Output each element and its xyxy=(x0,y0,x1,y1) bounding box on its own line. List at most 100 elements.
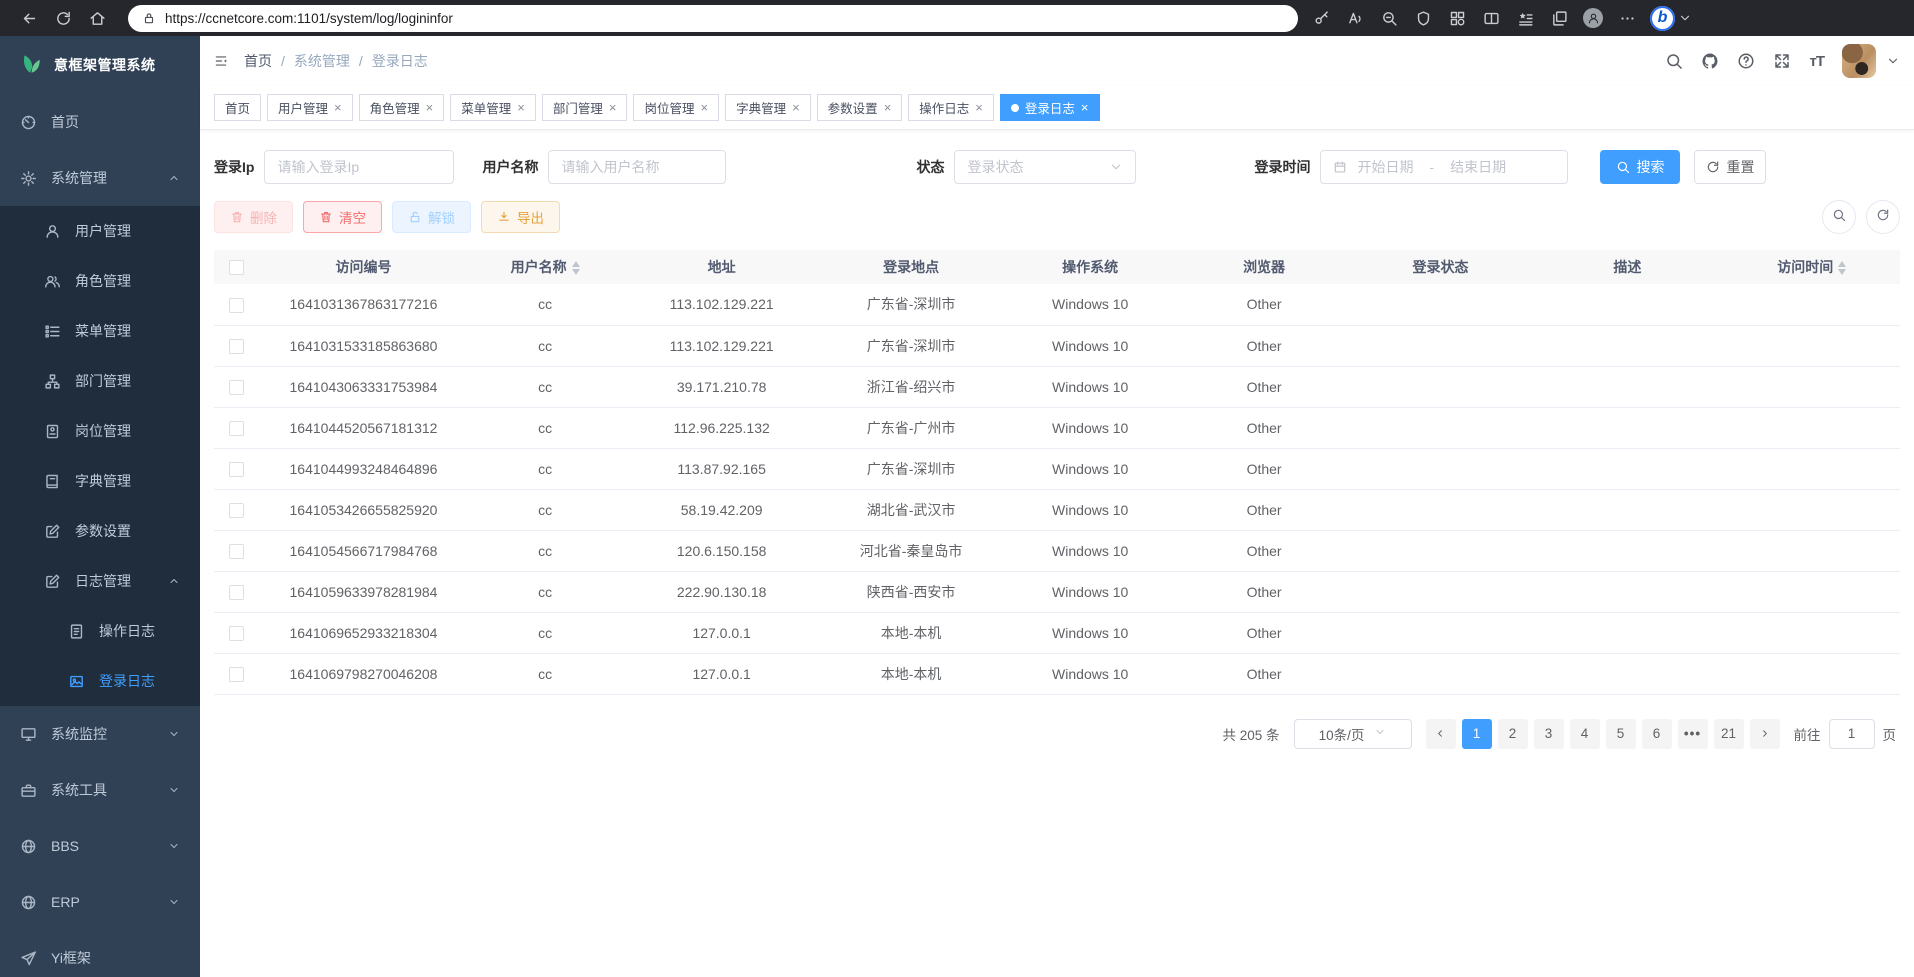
prev-page-button[interactable] xyxy=(1426,719,1456,749)
column-header-用户名称[interactable]: 用户名称 xyxy=(467,250,623,284)
close-icon[interactable]: × xyxy=(1081,101,1089,114)
sidebar-item-op-log[interactable]: 操作日志 xyxy=(0,606,200,656)
export-button[interactable]: 导出 xyxy=(481,201,560,233)
menu-fold-icon[interactable] xyxy=(214,54,228,68)
zoom-out-icon[interactable] xyxy=(1372,4,1406,32)
read-aloud-icon[interactable] xyxy=(1338,4,1372,32)
search-icon[interactable] xyxy=(1665,52,1683,70)
tab-操作日志[interactable]: 操作日志× xyxy=(908,94,994,121)
row-checkbox[interactable] xyxy=(229,380,244,395)
next-page-button[interactable] xyxy=(1750,719,1780,749)
hide-search-button[interactable] xyxy=(1822,200,1856,234)
tab-登录日志[interactable]: 登录日志× xyxy=(1000,94,1100,121)
page-button-2[interactable]: 2 xyxy=(1498,719,1528,749)
fullscreen-icon[interactable] xyxy=(1773,52,1791,70)
split-screen-icon[interactable] xyxy=(1474,4,1508,32)
close-icon[interactable]: × xyxy=(517,101,525,114)
page-button-5[interactable]: 5 xyxy=(1606,719,1636,749)
ip-input[interactable]: 请输入登录Ip xyxy=(264,150,454,184)
close-icon[interactable]: × xyxy=(884,101,892,114)
row-checkbox[interactable] xyxy=(229,544,244,559)
date-range-picker[interactable]: 开始日期 - 结束日期 xyxy=(1320,150,1568,184)
sidebar-item-param-settings[interactable]: 参数设置 xyxy=(0,506,200,556)
sidebar-item-user-mgmt[interactable]: 用户管理 xyxy=(0,206,200,256)
clear-button[interactable]: 清空 xyxy=(303,201,382,233)
sidebar-item-erp[interactable]: ERP xyxy=(0,874,200,930)
close-icon[interactable]: × xyxy=(426,101,434,114)
row-checkbox[interactable] xyxy=(229,339,244,354)
username-input[interactable]: 请输入用户名称 xyxy=(548,150,726,184)
sidebar-item-dept-mgmt[interactable]: 部门管理 xyxy=(0,356,200,406)
sort-caret-icon[interactable] xyxy=(572,261,580,275)
page-size-select[interactable]: 10条/页 xyxy=(1294,719,1412,749)
row-checkbox[interactable] xyxy=(229,298,244,313)
tab-首页[interactable]: 首页 xyxy=(214,94,261,121)
sidebar-item-post-mgmt[interactable]: 岗位管理 xyxy=(0,406,200,456)
column-header-访问时间[interactable]: 访问时间 xyxy=(1723,250,1900,284)
close-icon[interactable]: × xyxy=(609,101,617,114)
sidebar-item-home[interactable]: 首页 xyxy=(0,94,200,150)
home-icon[interactable] xyxy=(80,4,114,32)
more-icon[interactable] xyxy=(1610,4,1644,32)
row-checkbox[interactable] xyxy=(229,667,244,682)
tab-菜单管理[interactable]: 菜单管理× xyxy=(450,94,536,121)
page-button-1[interactable]: 1 xyxy=(1462,719,1492,749)
goto-input[interactable]: 1 xyxy=(1829,719,1875,749)
page-button-21[interactable]: 21 xyxy=(1714,719,1744,749)
sort-caret-icon[interactable] xyxy=(1838,261,1846,275)
tab-角色管理[interactable]: 角色管理× xyxy=(359,94,445,121)
breadcrumb-item[interactable]: 首页 xyxy=(244,51,272,71)
chevron-down-icon[interactable] xyxy=(1678,11,1692,30)
page-button-3[interactable]: 3 xyxy=(1534,719,1564,749)
tab-字典管理[interactable]: 字典管理× xyxy=(725,94,811,121)
status-select[interactable]: 登录状态 xyxy=(954,150,1136,184)
row-checkbox[interactable] xyxy=(229,503,244,518)
sidebar-item-system-tools[interactable]: 系统工具 xyxy=(0,762,200,818)
close-icon[interactable]: × xyxy=(700,101,708,114)
select-all-checkbox[interactable] xyxy=(229,260,244,275)
row-checkbox[interactable] xyxy=(229,462,244,477)
sidebar-item-system-monitor[interactable]: 系统监控 xyxy=(0,706,200,762)
sidebar-item-login-log[interactable]: 登录日志 xyxy=(0,656,200,706)
sidebar-item-dict-mgmt[interactable]: 字典管理 xyxy=(0,456,200,506)
sidebar-item-log-mgmt[interactable]: 日志管理 xyxy=(0,556,200,606)
refresh-icon[interactable] xyxy=(46,4,80,32)
close-icon[interactable]: × xyxy=(975,101,983,114)
more-pages[interactable]: ••• xyxy=(1678,719,1708,749)
chevron-down-icon[interactable] xyxy=(1886,54,1900,68)
close-icon[interactable]: × xyxy=(792,101,800,114)
github-icon[interactable] xyxy=(1701,52,1719,70)
sidebar-item-bbs[interactable]: BBS xyxy=(0,818,200,874)
address-bar[interactable]: https://ccnetcore.com:1101/system/log/lo… xyxy=(128,5,1298,32)
page-button-4[interactable]: 4 xyxy=(1570,719,1600,749)
font-size-icon[interactable]: тT xyxy=(1809,53,1824,70)
reset-button[interactable]: 重置 xyxy=(1694,150,1766,184)
shield-icon[interactable] xyxy=(1406,4,1440,32)
tab-部门管理[interactable]: 部门管理× xyxy=(542,94,628,121)
delete-button[interactable]: 删除 xyxy=(214,201,293,233)
bing-icon[interactable]: b xyxy=(1650,6,1675,31)
sidebar-item-yi-framework[interactable]: Yi框架 xyxy=(0,930,200,977)
search-button[interactable]: 搜索 xyxy=(1600,150,1680,184)
unlock-button[interactable]: 解锁 xyxy=(392,201,471,233)
tab-参数设置[interactable]: 参数设置× xyxy=(817,94,903,121)
tab-用户管理[interactable]: 用户管理× xyxy=(267,94,353,121)
row-checkbox[interactable] xyxy=(229,626,244,641)
sidebar-item-system-mgmt[interactable]: 系统管理 xyxy=(0,150,200,206)
profile-icon[interactable] xyxy=(1576,4,1610,32)
page-button-6[interactable]: 6 xyxy=(1642,719,1672,749)
app-logo[interactable]: 意框架管理系统 xyxy=(0,36,200,94)
user-avatar[interactable] xyxy=(1842,44,1876,78)
key-icon[interactable] xyxy=(1304,4,1338,32)
sidebar-item-menu-mgmt[interactable]: 菜单管理 xyxy=(0,306,200,356)
row-checkbox[interactable] xyxy=(229,421,244,436)
help-icon[interactable] xyxy=(1737,52,1755,70)
favorites-icon[interactable] xyxy=(1508,4,1542,32)
row-checkbox[interactable] xyxy=(229,585,244,600)
collections-icon[interactable] xyxy=(1542,4,1576,32)
refresh-table-button[interactable] xyxy=(1866,200,1900,234)
close-icon[interactable]: × xyxy=(334,101,342,114)
sidebar-item-role-mgmt[interactable]: 角色管理 xyxy=(0,256,200,306)
puzzle-icon[interactable] xyxy=(1440,4,1474,32)
tab-岗位管理[interactable]: 岗位管理× xyxy=(633,94,719,121)
